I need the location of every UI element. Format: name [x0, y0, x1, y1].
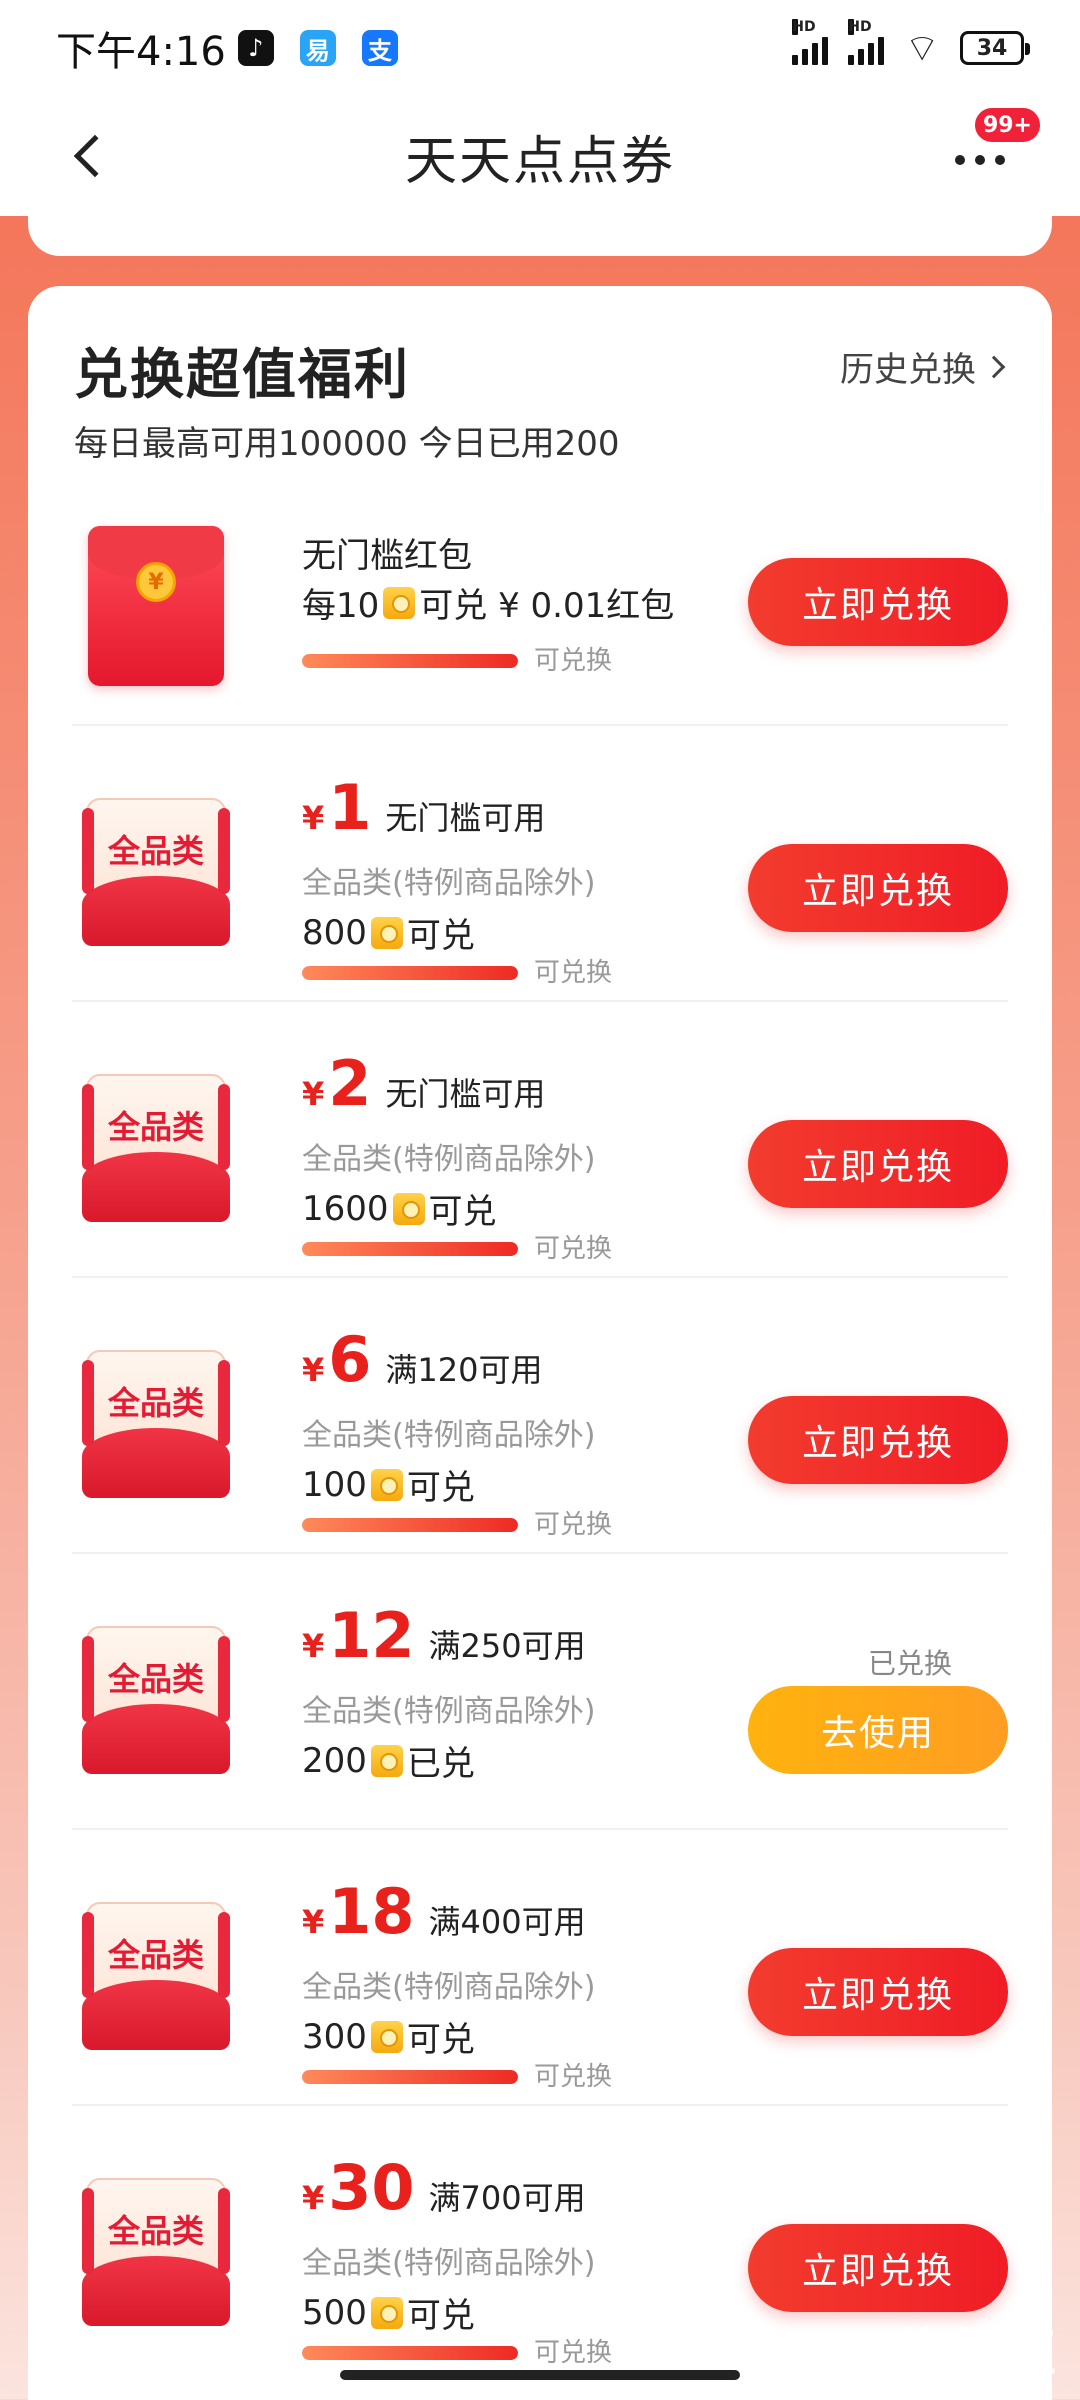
coupon-condition: 满250可用: [428, 1627, 586, 1665]
chevron-right-icon: [982, 355, 1006, 378]
coupon-category-icon: 全品类: [82, 1074, 230, 1222]
progress-label: 可兑换: [534, 2338, 613, 2368]
exchange-list: ¥ 无门槛红包 每10 可兑 ¥ 0.01红包 可兑换 立即兑换 全品类 ¥1 无门…: [28, 486, 1052, 2382]
coupon-amount: ¥18 满400可用: [302, 1875, 586, 1948]
battery-level: 34: [976, 35, 1008, 61]
notification-icons: ♪ 易 支: [237, 30, 398, 66]
top-card: [28, 196, 1052, 256]
signal-icon: HD: [792, 19, 829, 65]
coin-icon: [370, 916, 403, 949]
coupon-amount: ¥12 满250可用: [302, 1599, 586, 1672]
coupon-category-icon: 全品类: [82, 1626, 230, 1774]
status-right: HD HD ⌔ 34: [792, 19, 1030, 72]
progress-bar: [302, 966, 518, 980]
battery-icon: 34: [960, 31, 1030, 65]
coupon-price: 100 可兑: [302, 1464, 475, 1509]
coupon-price: 200 已兑: [302, 1740, 475, 1785]
red-packet-name: 无门槛红包: [302, 536, 472, 576]
yi-icon: 易: [299, 30, 336, 66]
watermark: 值值值 zhizhizhi.com: [891, 2323, 1060, 2400]
coupon-condition: 无门槛可用: [385, 1075, 546, 1113]
coupon-amount: ¥30 满700可用: [302, 2151, 586, 2224]
coin-icon: [370, 2296, 403, 2329]
exchanged-label: 已兑换: [867, 1647, 952, 1680]
coin-icon: [383, 586, 416, 619]
list-item-coupon: 全品类 ¥30 满700可用全品类(特例商品除外) 500 可兑可兑换 立即兑换: [72, 2106, 1008, 2382]
coupon-scope: 全品类(特例商品除外): [302, 866, 596, 901]
page-title: 天天点点券: [404, 131, 675, 192]
zhi-icon: 支: [361, 30, 398, 66]
back-button[interactable]: [56, 124, 120, 188]
list-item-red-packet: ¥ 无门槛红包 每10 可兑 ¥ 0.01红包 可兑换 立即兑换: [72, 486, 1008, 726]
douyin-icon: ♪: [237, 30, 274, 66]
daily-limit-text: 每日最高可用100000 今日已用200: [74, 424, 620, 464]
coin-icon: [370, 1744, 403, 1777]
list-item-coupon: 全品类 ¥1 无门槛可用全品类(特例商品除外) 800 可兑可兑换 立即兑换: [72, 726, 1008, 1002]
more-dots-icon: [955, 155, 965, 165]
list-item-coupon: 全品类 ¥2 无门槛可用全品类(特例商品除外) 1600 可兑可兑换 立即兑换: [72, 1002, 1008, 1278]
progress-label: 可兑换: [534, 958, 613, 988]
use-button[interactable]: 去使用: [748, 1686, 1008, 1774]
red-packet-icon: ¥: [88, 526, 224, 686]
progress-label: 可兑换: [534, 2062, 613, 2092]
coin-icon: [392, 1192, 425, 1225]
progress-bar: [302, 654, 518, 668]
exchange-card: 兑换超值福利 历史兑换 每日最高可用100000 今日已用200 ¥ 无门槛红包…: [28, 286, 1052, 2400]
history-exchange-link[interactable]: 历史兑换: [840, 342, 1006, 391]
coupon-price: 500 可兑: [302, 2292, 475, 2337]
coupon-price: 1600 可兑: [302, 1188, 497, 1233]
exchange-button[interactable]: 立即兑换: [748, 558, 1008, 646]
list-item-coupon: 全品类 ¥6 满120可用全品类(特例商品除外) 100 可兑可兑换 立即兑换: [72, 1278, 1008, 1554]
coupon-scope: 全品类(特例商品除外): [302, 1970, 596, 2005]
progress-fill: [302, 2346, 518, 2360]
coupon-scope: 全品类(特例商品除外): [302, 2246, 596, 2281]
coupon-scope: 全品类(特例商品除外): [302, 1142, 596, 1177]
progress-bar: [302, 2070, 518, 2084]
progress-label: 可兑换: [534, 1234, 613, 1264]
wifi-icon: ⌔: [904, 26, 940, 70]
coupon-amount: ¥1 无门槛可用: [302, 771, 546, 844]
status-bar: 下午4:16 ♪ 易 支 HD HD ⌔ 34: [0, 0, 1080, 96]
status-time: 下午4:16: [56, 29, 226, 75]
exchange-button[interactable]: 立即兑换: [748, 2224, 1008, 2312]
coupon-price: 800 可兑: [302, 912, 475, 957]
home-indicator: [340, 2370, 740, 2380]
progress-fill: [302, 654, 518, 668]
progress-fill: [302, 966, 518, 980]
coupon-amount: ¥2 无门槛可用: [302, 1047, 546, 1120]
coupon-condition: 满700可用: [428, 2179, 586, 2217]
progress-bar: [302, 1518, 518, 1532]
coupon-category-icon: 全品类: [82, 2178, 230, 2326]
signal-icon-2: HD: [848, 19, 885, 65]
progress-fill: [302, 1242, 518, 1256]
progress-label: 可兑换: [534, 1510, 613, 1540]
chevron-left-icon: [73, 134, 117, 178]
exchange-button[interactable]: 立即兑换: [748, 1396, 1008, 1484]
coupon-category-icon: 全品类: [82, 798, 230, 946]
progress-fill: [302, 1518, 518, 1532]
coupon-amount: ¥6 满120可用: [302, 1323, 543, 1396]
coupon-category-icon: 全品类: [82, 1350, 230, 1498]
coupon-condition: 无门槛可用: [385, 799, 546, 837]
progress-fill: [302, 2070, 518, 2084]
red-packet-rate: 每10 可兑 ¥ 0.01红包: [302, 586, 675, 626]
progress-bar: [302, 2346, 518, 2360]
coin-icon: [370, 2020, 403, 2053]
coupon-scope: 全品类(特例商品除外): [302, 1694, 596, 1729]
coupon-category-icon: 全品类: [82, 1902, 230, 2050]
coupon-scope: 全品类(特例商品除外): [302, 1418, 596, 1453]
notification-badge: 99+: [972, 106, 1042, 144]
list-item-coupon: 全品类 ¥18 满400可用全品类(特例商品除外) 300 可兑可兑换 立即兑换: [72, 1830, 1008, 2106]
coupon-condition: 满400可用: [428, 1903, 586, 1941]
coupon-price: 300 可兑: [302, 2016, 475, 2061]
coin-icon: [370, 1468, 403, 1501]
section-title: 兑换超值福利: [74, 343, 410, 406]
coupon-condition: 满120可用: [385, 1351, 543, 1389]
exchange-button[interactable]: 立即兑换: [748, 1948, 1008, 2036]
exchange-button[interactable]: 立即兑换: [748, 1120, 1008, 1208]
progress-label: 可兑换: [534, 646, 613, 676]
exchange-button[interactable]: 立即兑换: [748, 844, 1008, 932]
list-item-coupon: 全品类 ¥12 满250可用全品类(特例商品除外) 200 已兑 已兑换去使用: [72, 1554, 1008, 1830]
progress-bar: [302, 1242, 518, 1256]
